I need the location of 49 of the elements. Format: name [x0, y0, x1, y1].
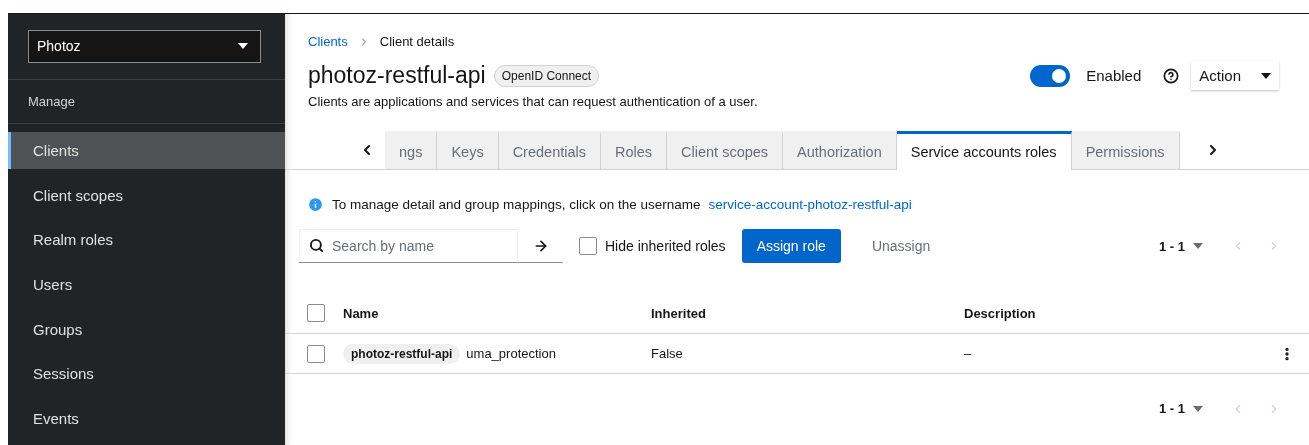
- page-title: photoz-restful-api: [308, 62, 486, 89]
- role-name: uma_protection: [466, 346, 556, 361]
- select-all-checkbox[interactable]: [307, 304, 325, 322]
- table-cell-text: –: [964, 346, 973, 361]
- tab[interactable]: Roles: [601, 131, 668, 169]
- breadcrumb-link[interactable]: Clients: [308, 34, 348, 49]
- caret-icon: [238, 43, 248, 50]
- action-dropdown[interactable]: Action: [1191, 61, 1279, 90]
- row-checkbox[interactable]: [307, 344, 325, 363]
- tab[interactable]: Credentials: [498, 131, 601, 169]
- nav-item[interactable]: Sessions: [8, 355, 285, 393]
- nav-section-title: Manage: [8, 78, 285, 124]
- checkbox[interactable]: [579, 237, 597, 255]
- pagination-toggle[interactable]: 1 - 1: [1153, 400, 1209, 417]
- caret-icon: [1193, 243, 1203, 249]
- realm-selector[interactable]: Photoz: [28, 30, 261, 63]
- help-icon[interactable]: [1163, 67, 1180, 84]
- column-header: Inherited: [651, 305, 707, 321]
- tab[interactable]: ngs: [385, 131, 438, 169]
- column-header: Description: [964, 305, 1037, 321]
- info-text: To manage detail and group mappings, click on the username: [332, 197, 701, 212]
- page-description: Clients are applications and services that can request authentication of a user.: [307, 93, 759, 109]
- nav-item[interactable]: Client scopes: [8, 176, 285, 214]
- enabled-switch[interactable]: [1030, 64, 1071, 87]
- caret-icon: [1261, 72, 1271, 79]
- unassign-button[interactable]: Unassign: [856, 229, 946, 263]
- search-icon: [309, 238, 324, 253]
- protocol-label: OpenID Connect: [493, 64, 600, 87]
- tab[interactable]: Permissions: [1071, 131, 1180, 169]
- switch-label: Enabled: [1086, 67, 1142, 84]
- nav-item[interactable]: Groups: [8, 310, 285, 348]
- tab[interactable]: Keys: [437, 131, 499, 169]
- client-label: photoz-restful-api: [343, 343, 461, 364]
- nav-item[interactable]: Clients: [8, 131, 285, 169]
- table-cell-text: False: [651, 346, 684, 361]
- caret-icon: [1193, 405, 1203, 412]
- assign-role-button[interactable]: Assign role: [741, 229, 841, 263]
- info-icon: [307, 196, 324, 213]
- tab[interactable]: Service accounts roles: [896, 131, 1072, 170]
- nav-item[interactable]: Users: [8, 266, 285, 303]
- nav-item[interactable]: Events: [8, 400, 285, 437]
- pagination-toggle[interactable]: 1 - 1: [1153, 237, 1209, 255]
- tab[interactable]: Authorization: [783, 131, 897, 169]
- checkbox-label: Hide inherited roles: [605, 238, 726, 254]
- column-header: Name: [343, 305, 380, 321]
- tab[interactable]: Client scopes: [667, 131, 784, 169]
- breadcrumb-current: Client details: [379, 34, 455, 49]
- username-link[interactable]: service-account-photoz-restful-api: [708, 197, 912, 212]
- nav-item[interactable]: Realm roles: [8, 221, 285, 259]
